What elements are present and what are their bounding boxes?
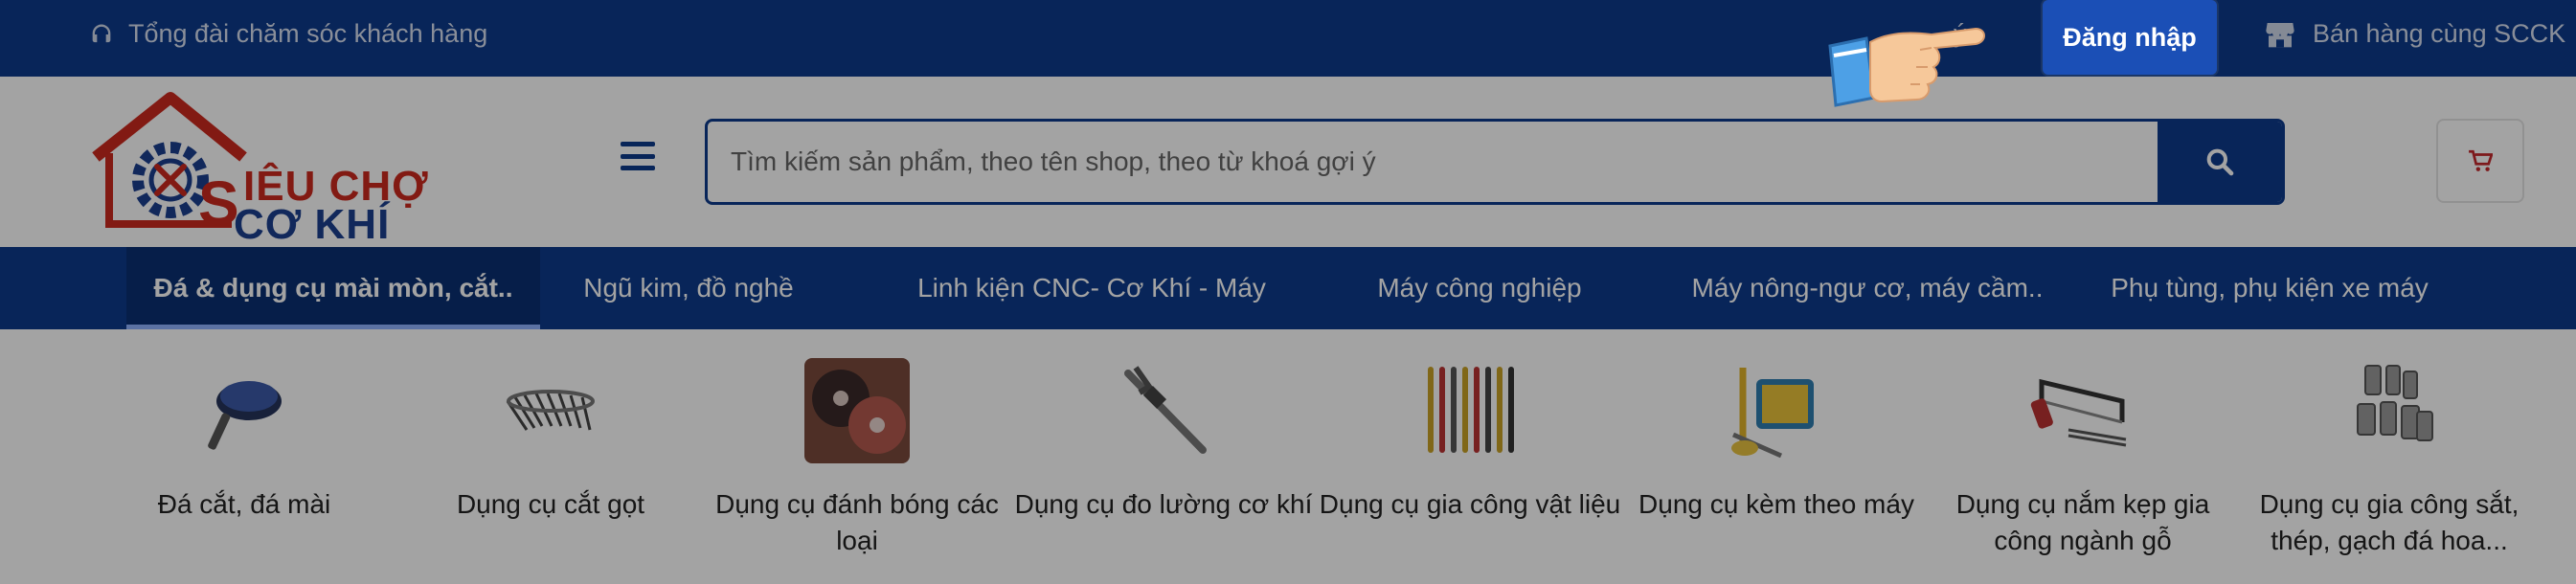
logo[interactable]: S IÊU CHỢ CƠ KHÍ	[88, 90, 442, 248]
caliper-icon	[1109, 356, 1218, 465]
hotline-label: Tổng đài chăm sóc khách hàng	[128, 19, 488, 48]
category-tab-agri-machines[interactable]: Máy nông-ngư cơ, máy cầm..	[1676, 247, 2059, 329]
category-tab-hardware[interactable]: Ngũ kim, đồ nghề	[477, 247, 900, 329]
subcategory-list: Đá cắt, đá mài Dụng cụ cắt gọt Dụng cụ đ…	[0, 329, 2576, 584]
subcategory-label: Dụng cụ đánh bóng các loại	[715, 489, 999, 555]
subcategory-item[interactable]: Dụng cụ kèm theo máy	[1623, 329, 1930, 584]
subcategory-label: Đá cắt, đá mài	[157, 489, 331, 519]
subcategory-label: Dụng cụ kèm theo máy	[1638, 489, 1914, 519]
toolbox-icon	[1722, 356, 1831, 465]
category-tab-cnc-parts[interactable]: Linh kiện CNC- Cơ Khí - Máy	[900, 247, 1283, 329]
subcategory-item[interactable]: Dụng cụ cắt gọt	[397, 329, 704, 584]
logo-line-2: CƠ KHÍ	[234, 201, 391, 248]
category-tab-industrial-machines[interactable]: Máy công nghiệp	[1283, 247, 1676, 329]
grinding-wheel-icon	[190, 356, 299, 465]
subcategory-label: Dụng cụ gia công vật liệu	[1319, 489, 1621, 519]
sell-with-us-link[interactable]: Bán hàng cùng SCCK	[2265, 19, 2565, 49]
subcategory-item[interactable]: Dụng cụ nắm kẹp gia công ngành gỗ	[1930, 329, 2236, 584]
search-button[interactable]	[2158, 122, 2282, 202]
subcategory-item[interactable]: Dụng cụ đánh bóng các loại	[704, 329, 1010, 584]
hand-tools-icon	[1415, 356, 1525, 465]
headset-icon	[92, 24, 111, 42]
header: S IÊU CHỢ CƠ KHÍ	[0, 77, 2576, 248]
polishing-disc-icon	[802, 356, 912, 465]
store-icon	[2266, 22, 2294, 47]
category-nav: Đá & dụng cụ mài mòn, cắt.. Ngũ kim, đồ …	[0, 247, 2576, 329]
pointing-hand-icon	[1828, 27, 1985, 107]
hotline-link[interactable]: Tổng đài chăm sóc khách hàng	[88, 19, 487, 49]
clamp-saw-icon	[2028, 356, 2137, 465]
subcategory-label: Dụng cụ nắm kẹp gia công ngành gỗ	[1955, 489, 2210, 555]
cutting-tools-icon	[496, 356, 605, 465]
login-button-highlight[interactable]: Đăng nhập	[2043, 0, 2217, 75]
sell-label: Bán hàng cùng SCCK	[2313, 19, 2566, 48]
search-bar	[705, 119, 2285, 205]
subcategory-item[interactable]: Dụng cụ đo lường cơ khí	[1010, 329, 1317, 584]
search-input[interactable]	[708, 122, 2156, 202]
menu-icon[interactable]	[621, 142, 655, 170]
subcategory-item[interactable]: Dụng cụ gia công vật liệu	[1317, 329, 1623, 584]
subcategory-label: Dụng cụ gia công sắt, thép, gạch đá hoa.…	[2259, 489, 2520, 555]
subcategory-label: Dụng cụ đo lường cơ khí	[1014, 489, 1313, 519]
cart-button[interactable]	[2436, 119, 2524, 203]
hole-saw-icon	[2335, 356, 2444, 465]
search-icon	[2206, 148, 2234, 176]
subcategory-item[interactable]: Đá cắt, đá mài	[91, 329, 397, 584]
category-tab-motorbike-parts[interactable]: Phụ tùng, phụ kiện xe máy	[2059, 247, 2480, 329]
subcategory-item[interactable]: Dụng cụ gia công sắt, thép, gạch đá hoa.…	[2236, 329, 2542, 584]
cart-icon	[2469, 149, 2493, 171]
subcategory-label: Dụng cụ cắt gọt	[456, 489, 645, 519]
